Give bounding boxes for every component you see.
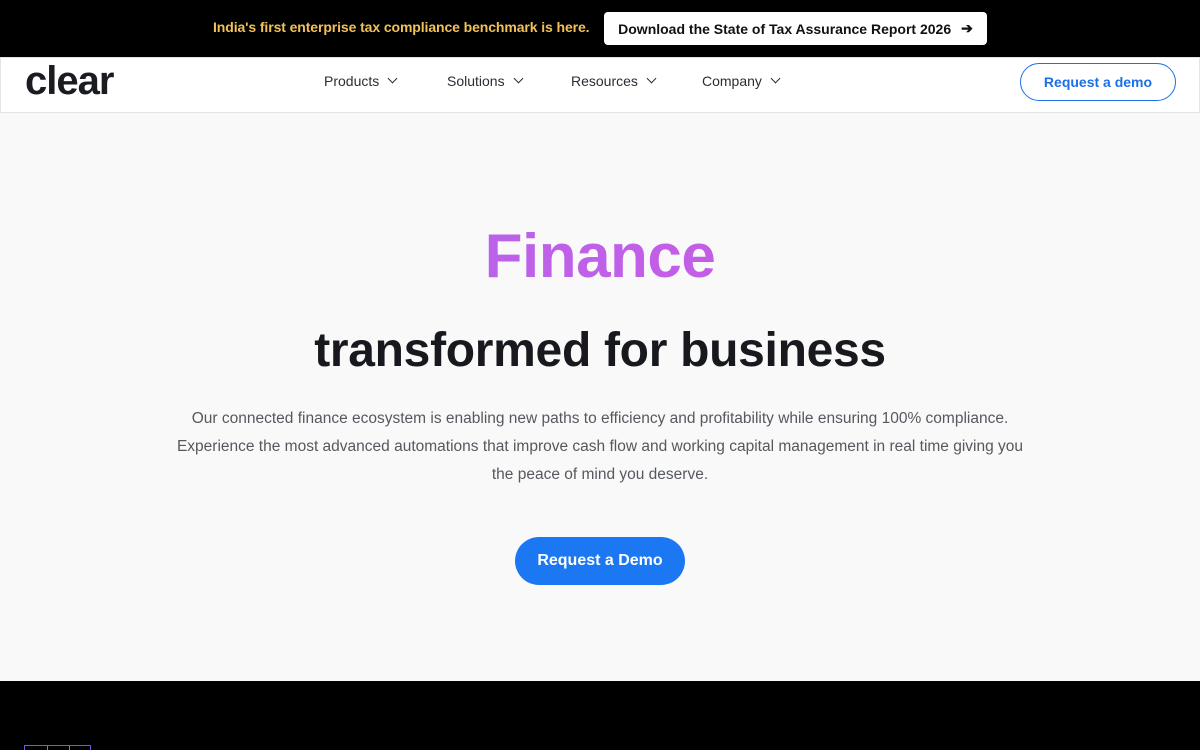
nav-item-label: Products	[324, 73, 380, 89]
hero-section: Finance transformed for business Our con…	[0, 113, 1200, 681]
announcement-text: India's first enterprise tax compliance …	[213, 19, 590, 35]
nav-item-products[interactable]: Products	[324, 73, 398, 89]
announcement-bar: India's first enterprise tax compliance …	[0, 0, 1200, 57]
nav-item-solutions[interactable]: Solutions	[447, 73, 524, 89]
request-demo-hero-button[interactable]: Request a Demo	[515, 537, 685, 585]
hero-headline: transformed for business	[314, 324, 886, 377]
hero-description: Our connected finance ecosystem is enabl…	[176, 410, 1024, 483]
dark-section	[0, 681, 1200, 750]
chevron-down-icon	[646, 73, 657, 84]
chevron-down-icon	[513, 73, 524, 84]
nav-item-label: Resources	[571, 73, 638, 89]
nav-item-label: Solutions	[447, 73, 505, 89]
arrow-right-icon: ➔	[961, 20, 973, 36]
decorative-graphic	[24, 745, 91, 750]
main-navbar: clear Products Solutions Resources Compa…	[0, 57, 1200, 113]
nav-item-label: Company	[702, 73, 762, 89]
request-demo-nav-button[interactable]: Request a demo	[1020, 63, 1176, 101]
hero-title: Finance	[0, 221, 1200, 292]
clear-logo[interactable]: clear	[25, 59, 114, 104]
chevron-down-icon	[387, 73, 398, 84]
download-report-button[interactable]: Download the State of Tax Assurance Repo…	[604, 12, 987, 45]
chevron-down-icon	[770, 73, 781, 84]
download-report-label: Download the State of Tax Assurance Repo…	[618, 20, 952, 37]
nav-item-company[interactable]: Company	[702, 73, 781, 89]
nav-item-resources[interactable]: Resources	[571, 73, 657, 89]
